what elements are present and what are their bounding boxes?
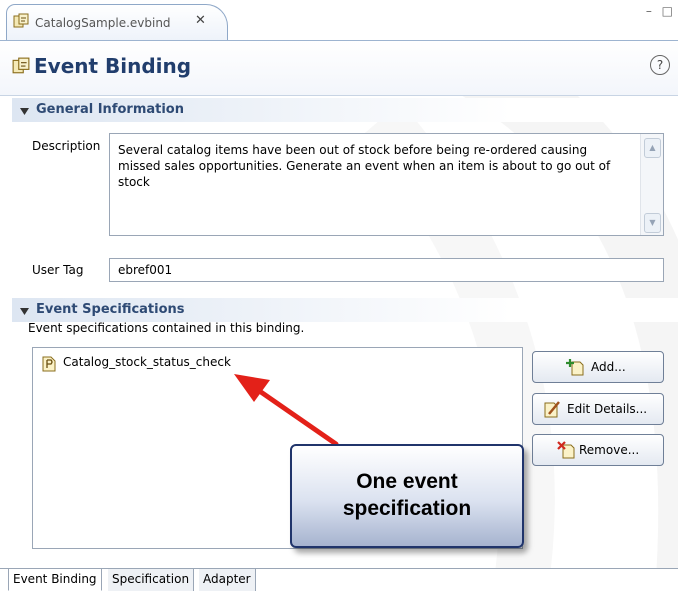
editor-page-tabs: Event Binding Specification Adapter (0, 568, 678, 594)
tab-specification[interactable]: Specification (108, 569, 195, 591)
tab-adapter[interactable]: Adapter (199, 569, 256, 591)
callout-text-line1: One event (356, 470, 458, 493)
annotation-callout: One event specification (290, 444, 524, 548)
tab-event-binding[interactable]: Event Binding (8, 569, 102, 591)
callout-text-line2: specification (342, 497, 472, 520)
